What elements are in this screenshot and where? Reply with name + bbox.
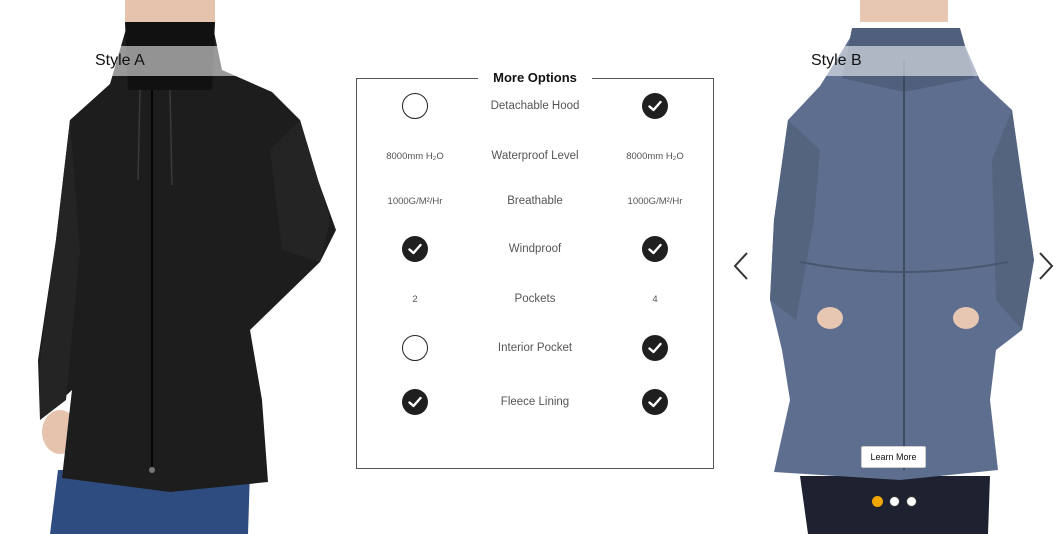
style-a-value: 8000mm H₂O bbox=[386, 150, 444, 162]
carousel-dot[interactable] bbox=[889, 496, 900, 507]
style-b-value: 1000G/M²/Hr bbox=[627, 195, 683, 207]
style-b-value: 8000mm H₂O bbox=[626, 150, 684, 162]
feature-label: Pockets bbox=[514, 293, 556, 305]
check-circle-icon bbox=[642, 335, 668, 361]
check-circle-icon bbox=[642, 93, 668, 119]
feature-label: Breathable bbox=[507, 195, 563, 207]
empty-circle-icon bbox=[402, 93, 428, 119]
feature-label: Detachable Hood bbox=[490, 100, 580, 112]
comparison-row-interior-pocket: Interior Pocket bbox=[357, 333, 713, 363]
check-circle-icon bbox=[402, 389, 428, 415]
comparison-row-detachable-hood: Detachable Hood bbox=[357, 91, 713, 121]
style-b-label: Style B bbox=[760, 46, 982, 76]
feature-label: Windproof bbox=[508, 243, 562, 255]
feature-label: Interior Pocket bbox=[497, 342, 573, 354]
check-circle-icon bbox=[402, 236, 428, 262]
comparison-row-waterproof-level: 8000mm H₂O Waterproof Level 8000mm H₂O bbox=[357, 141, 713, 171]
carousel-dot[interactable] bbox=[906, 496, 917, 507]
style-b-value: 4 bbox=[652, 293, 658, 305]
check-circle-icon bbox=[642, 236, 668, 262]
style-a-label: Style A bbox=[0, 46, 242, 76]
carousel-dot[interactable] bbox=[872, 496, 883, 507]
check-circle-icon bbox=[642, 389, 668, 415]
empty-circle-icon bbox=[402, 335, 428, 361]
comparison-row-fleece-lining: Fleece Lining bbox=[357, 387, 713, 417]
chevron-right-icon[interactable] bbox=[1037, 250, 1055, 282]
feature-label: Fleece Lining bbox=[500, 396, 570, 408]
style-a-value: 2 bbox=[412, 293, 418, 305]
feature-label: Waterproof Level bbox=[491, 150, 579, 162]
comparison-title: More Options bbox=[478, 68, 592, 88]
carousel-indicators bbox=[872, 496, 917, 507]
style-a-product-image bbox=[0, 0, 340, 534]
comparison-row-breathable: 1000G/M²/Hr Breathable 1000G/M²/Hr bbox=[357, 186, 713, 216]
learn-more-button[interactable]: Learn More bbox=[861, 446, 926, 468]
chevron-left-icon[interactable] bbox=[732, 250, 750, 282]
comparison-row-pockets: 2 Pockets 4 bbox=[357, 284, 713, 314]
style-a-value: 1000G/M²/Hr bbox=[387, 195, 443, 207]
comparison-row-windproof: Windproof bbox=[357, 234, 713, 264]
